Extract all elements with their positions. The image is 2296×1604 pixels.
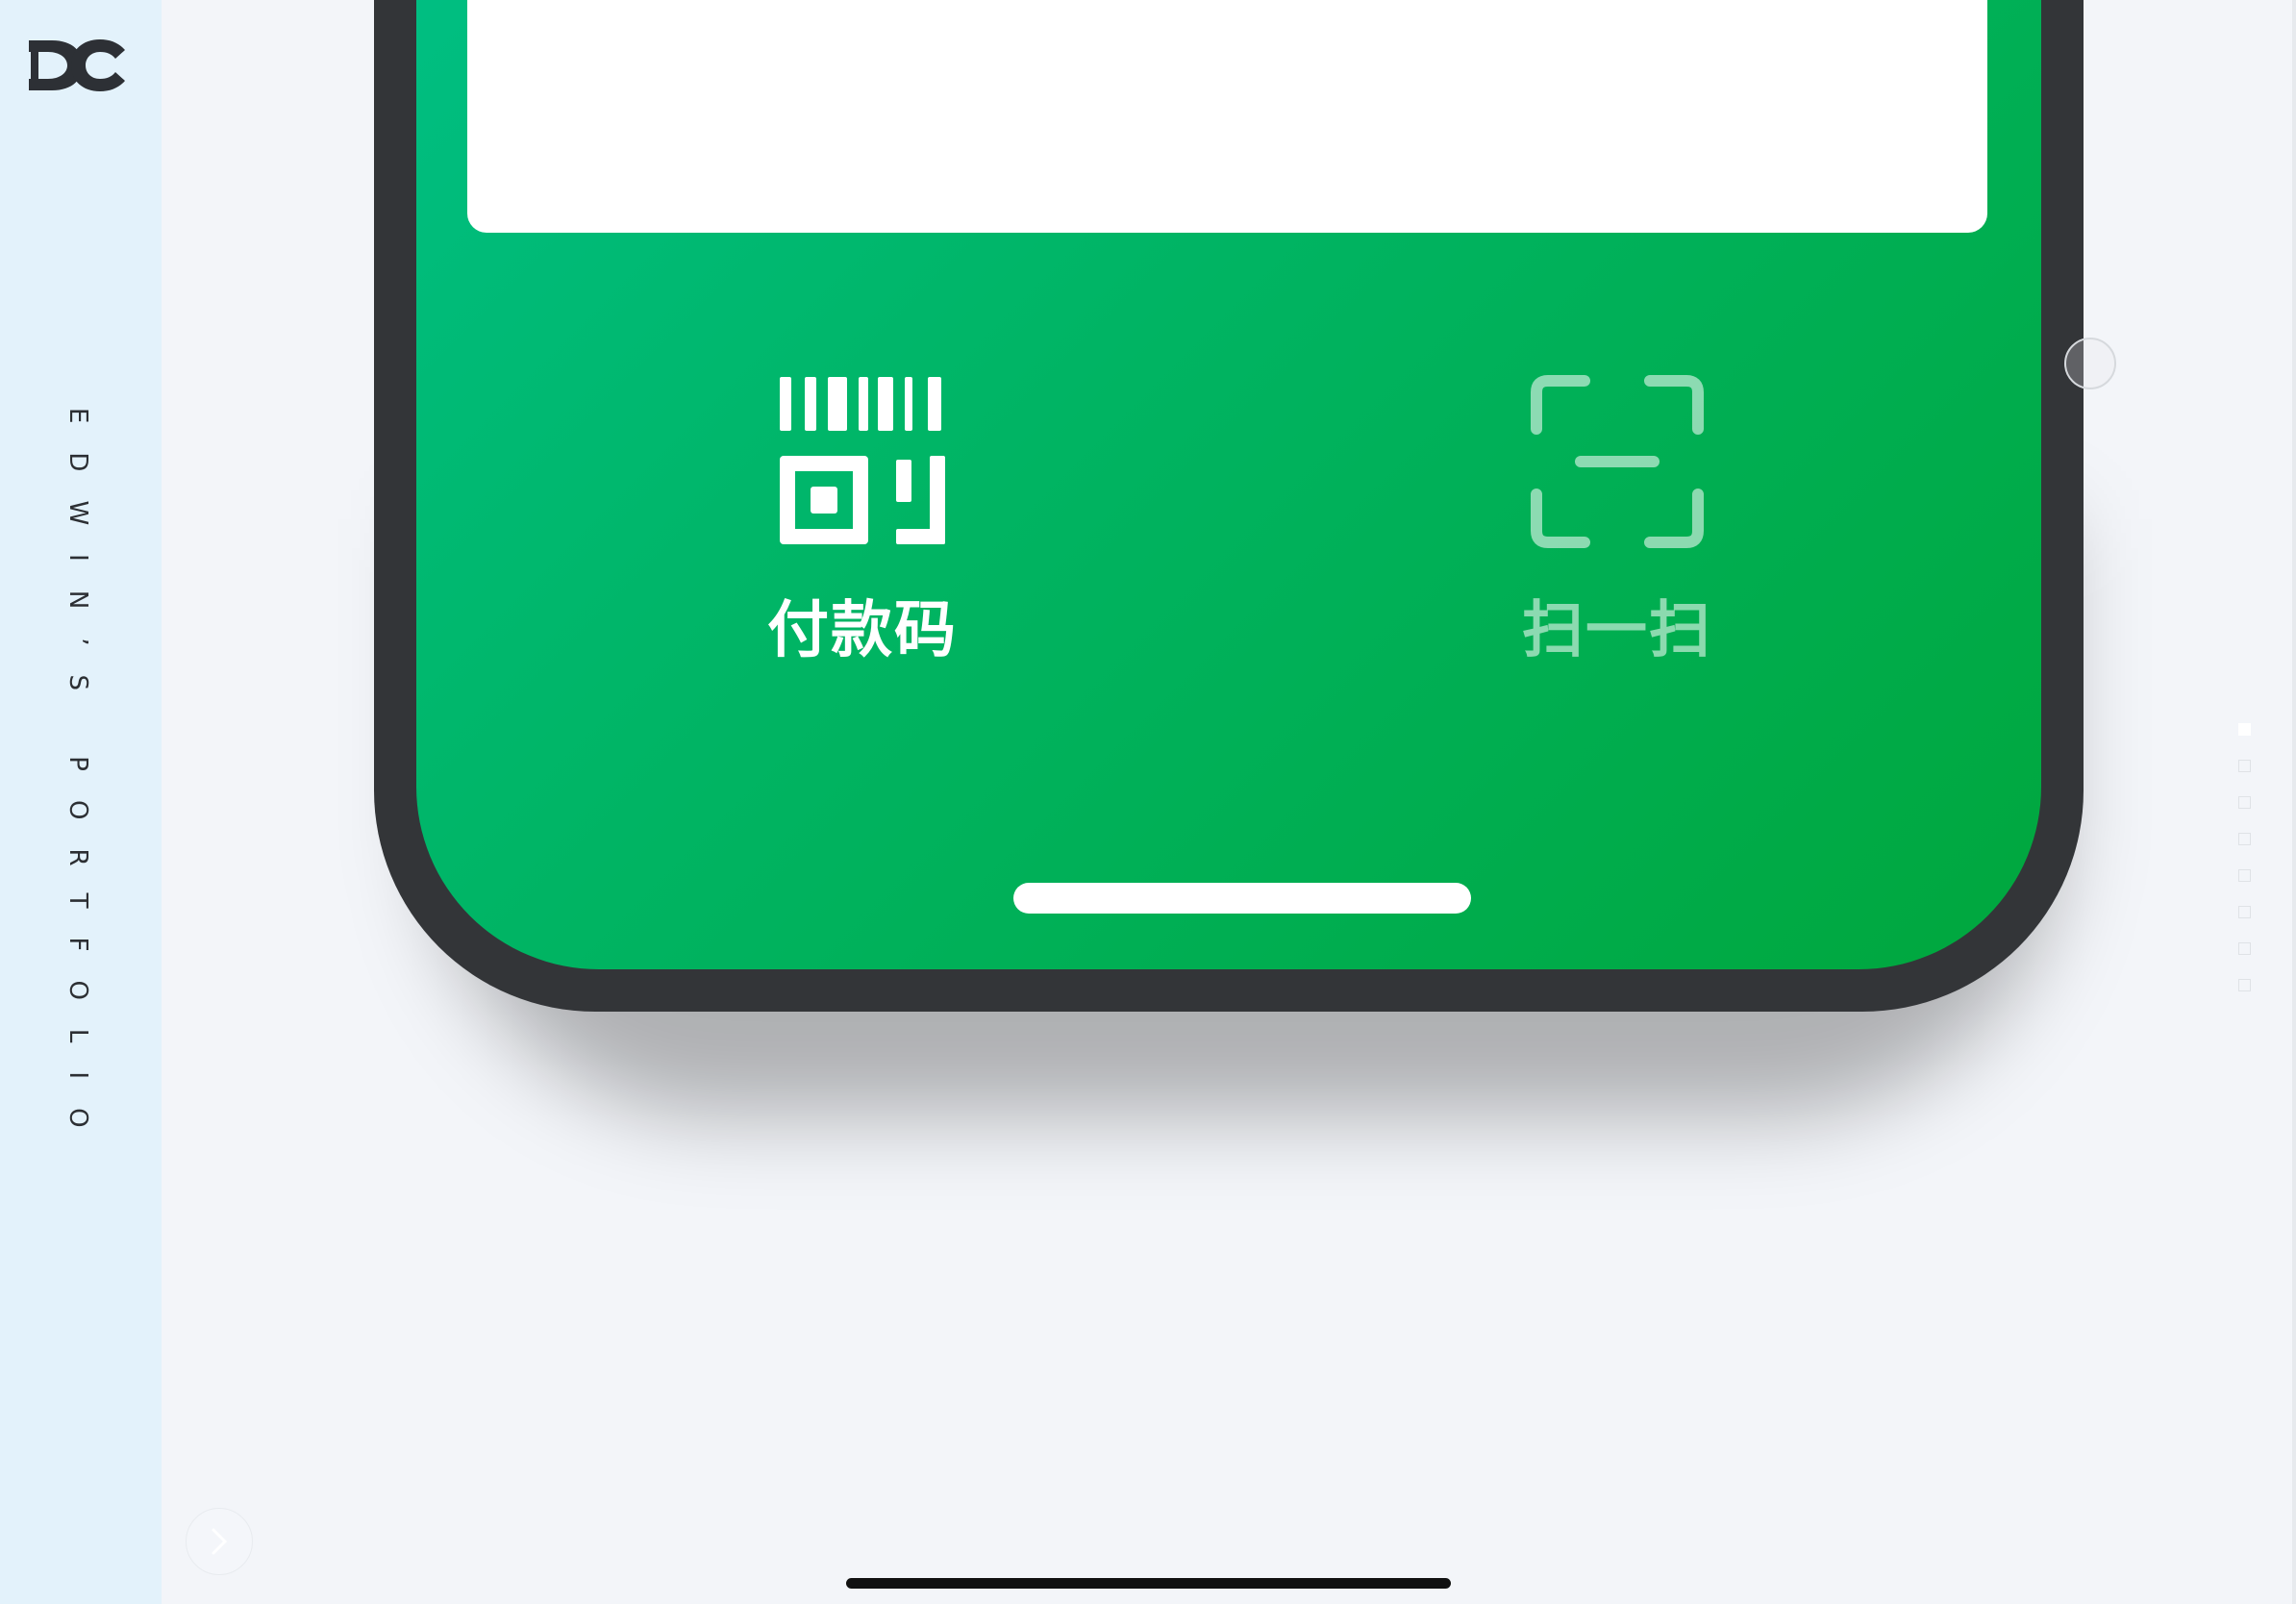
scan-label: 扫一扫 — [1522, 595, 1712, 666]
payment-code-button[interactable]: 付款码 — [737, 375, 987, 669]
portfolio-page: EDWIN’S PORTFOLIO 付款码 扫一扫 — [0, 0, 2296, 1604]
screen-white-card — [467, 0, 1987, 233]
pagination-dot-active[interactable] — [2238, 723, 2251, 736]
pagination-dot[interactable] — [2238, 942, 2251, 955]
pagination-dot[interactable] — [2238, 796, 2251, 809]
pagination-dot[interactable] — [2238, 760, 2251, 772]
payment-code-icon — [780, 377, 945, 544]
dc-logo[interactable] — [29, 33, 129, 98]
chevron-right-icon — [212, 1528, 228, 1555]
pagination-dot[interactable] — [2238, 906, 2251, 918]
next-slide-button[interactable] — [186, 1508, 253, 1575]
slide-pagination — [2238, 723, 2254, 1015]
phone-screen: 付款码 扫一扫 — [416, 0, 2041, 969]
phone-home-indicator — [1013, 883, 1471, 914]
payment-code-label: 付款码 — [767, 595, 958, 666]
pagination-dot[interactable] — [2238, 833, 2251, 845]
left-sidebar: EDWIN’S PORTFOLIO — [0, 0, 253, 1604]
device-home-indicator[interactable] — [846, 1578, 1451, 1589]
side-circle-button[interactable] — [2064, 338, 2116, 389]
pagination-dot[interactable] — [2238, 869, 2251, 882]
right-edge-divider — [2292, 0, 2296, 1604]
phone-mockup: 付款码 扫一扫 — [374, 0, 2084, 1012]
scan-icon — [1531, 375, 1704, 548]
pagination-dot[interactable] — [2238, 979, 2251, 991]
scan-button[interactable]: 扫一扫 — [1492, 375, 1742, 669]
portfolio-vertical-title: EDWIN’S PORTFOLIO — [63, 408, 92, 1157]
